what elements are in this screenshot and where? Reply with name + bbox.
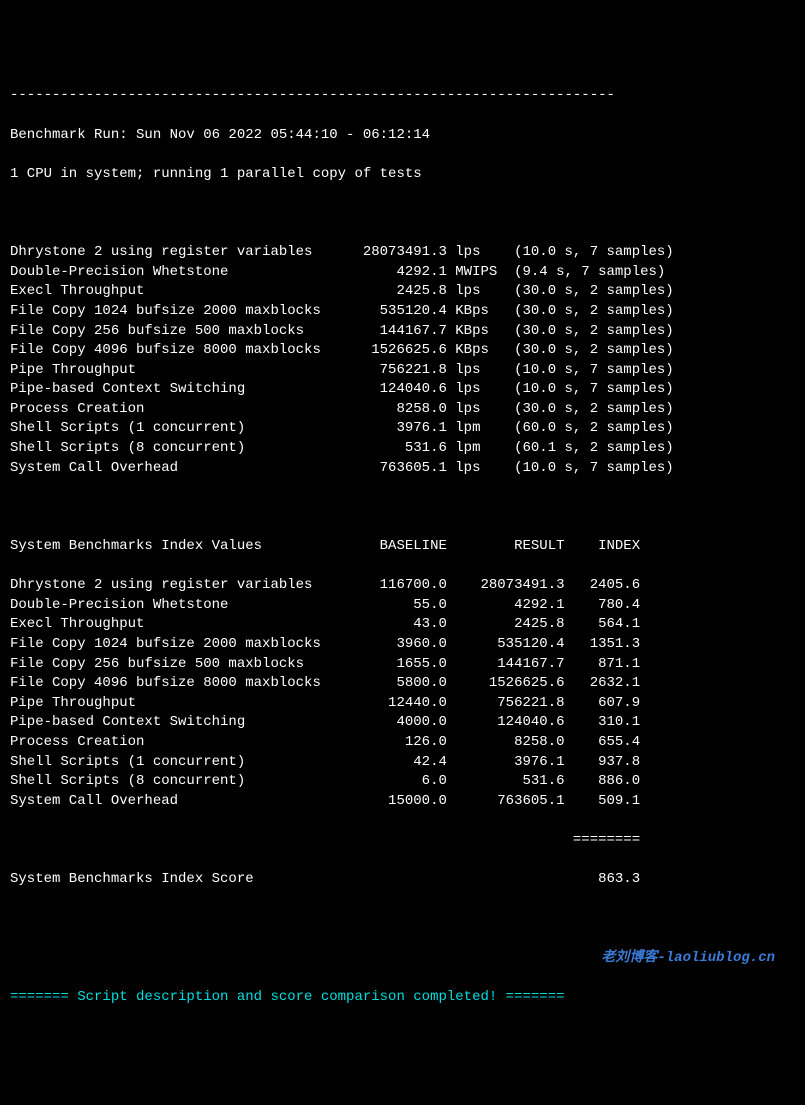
result-row: System Call Overhead 763605.1 lps (10.0 … — [10, 459, 795, 479]
result-row: File Copy 256 bufsize 500 maxblocks 1441… — [10, 322, 795, 342]
result-row: Double-Precision Whetstone 4292.1 MWIPS … — [10, 263, 795, 283]
result-row: Pipe Throughput 756221.8 lps (10.0 s, 7 … — [10, 361, 795, 381]
result-row: Execl Throughput 2425.8 lps (30.0 s, 2 s… — [10, 282, 795, 302]
score-line: System Benchmarks Index Score 863.3 — [10, 870, 795, 890]
index-row: Dhrystone 2 using register variables 116… — [10, 576, 795, 596]
index-row: File Copy 4096 bufsize 8000 maxblocks 58… — [10, 674, 795, 694]
watermark: 老刘博客-laoliublog.cn — [10, 949, 795, 969]
index-header: System Benchmarks Index Values BASELINE … — [10, 537, 795, 557]
index-row: Shell Scripts (8 concurrent) 6.0 531.6 8… — [10, 772, 795, 792]
index-row: File Copy 1024 bufsize 2000 maxblocks 39… — [10, 635, 795, 655]
index-row: Double-Precision Whetstone 55.0 4292.1 7… — [10, 596, 795, 616]
index-block: Dhrystone 2 using register variables 116… — [10, 576, 795, 811]
index-row: Pipe-based Context Switching 4000.0 1240… — [10, 713, 795, 733]
results-block: Dhrystone 2 using register variables 280… — [10, 243, 795, 478]
blank — [10, 498, 795, 518]
result-row: Dhrystone 2 using register variables 280… — [10, 243, 795, 263]
result-row: Pipe-based Context Switching 124040.6 lp… — [10, 380, 795, 400]
index-row: Process Creation 126.0 8258.0 655.4 — [10, 733, 795, 753]
result-row: File Copy 1024 bufsize 2000 maxblocks 53… — [10, 302, 795, 322]
result-row: Shell Scripts (1 concurrent) 3976.1 lpm … — [10, 419, 795, 439]
index-row: Pipe Throughput 12440.0 756221.8 607.9 — [10, 694, 795, 714]
footer-completed: ======= Script description and score com… — [10, 988, 795, 1008]
index-row: Execl Throughput 43.0 2425.8 564.1 — [10, 615, 795, 635]
index-row: Shell Scripts (1 concurrent) 42.4 3976.1… — [10, 753, 795, 773]
blank — [10, 204, 795, 224]
result-row: Shell Scripts (8 concurrent) 531.6 lpm (… — [10, 439, 795, 459]
divider-top: ----------------------------------------… — [10, 86, 795, 106]
result-row: File Copy 4096 bufsize 8000 maxblocks 15… — [10, 341, 795, 361]
index-row: System Call Overhead 15000.0 763605.1 50… — [10, 792, 795, 812]
benchmark-run-header: Benchmark Run: Sun Nov 06 2022 05:44:10 … — [10, 126, 795, 146]
index-row: File Copy 256 bufsize 500 maxblocks 1655… — [10, 655, 795, 675]
cpu-info: 1 CPU in system; running 1 parallel copy… — [10, 165, 795, 185]
blank — [10, 909, 795, 929]
score-divider: ======== — [10, 831, 795, 851]
result-row: Process Creation 8258.0 lps (30.0 s, 2 s… — [10, 400, 795, 420]
